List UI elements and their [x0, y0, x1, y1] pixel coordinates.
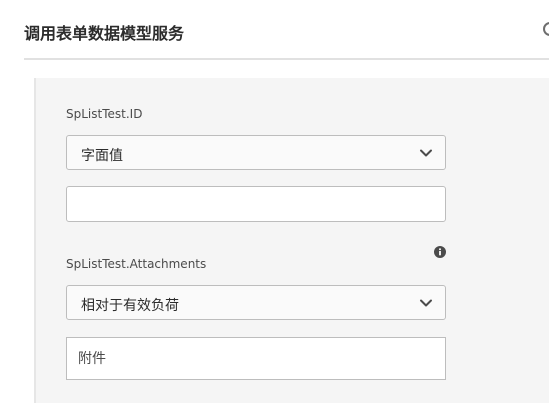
mapping-type-value: 相对于有效负荷: [81, 298, 179, 314]
header-divider: [24, 58, 549, 60]
info-icon[interactable]: [434, 246, 446, 258]
chevron-down-icon: [420, 149, 432, 157]
field-label-splisttest-id: SpListTest.ID: [66, 107, 143, 121]
help-icon[interactable]: [543, 22, 549, 36]
value-input-id[interactable]: [66, 186, 446, 222]
field-label-splisttest-attachments: SpListTest.Attachments: [66, 257, 207, 271]
dialog-header: 调用表单数据模型服务: [0, 0, 549, 60]
mapping-type-select-attachments[interactable]: 相对于有效负荷: [66, 285, 446, 320]
page-title: 调用表单数据模型服务: [24, 24, 185, 43]
mapping-type-select-id[interactable]: 字面值: [66, 135, 446, 170]
chevron-down-icon: [420, 299, 432, 307]
mapping-type-value: 字面值: [81, 148, 123, 164]
attachments-path-input[interactable]: [66, 337, 446, 380]
